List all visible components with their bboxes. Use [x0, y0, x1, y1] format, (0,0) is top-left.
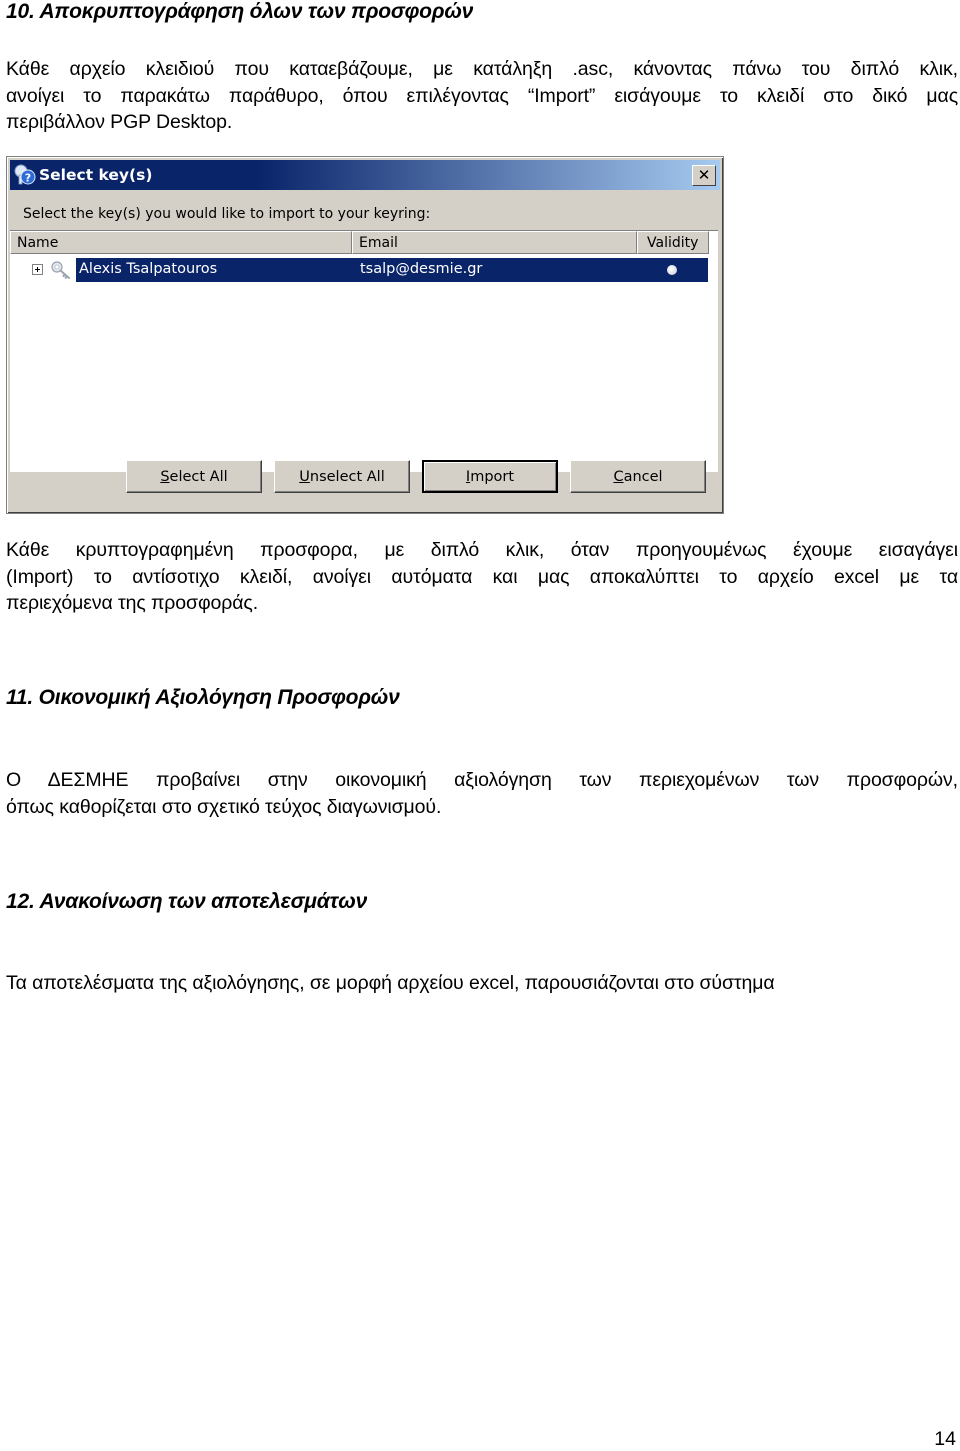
selected-row-highlight[interactable]: Alexis Tsalpatouros tsalp@desmie.gr	[76, 258, 708, 282]
mnemonic: S	[160, 468, 170, 485]
button-label: nselect All	[309, 468, 385, 485]
section-12-paragraph: Τα αποτελέσματα της αξιολόγησης, σε μορφ…	[6, 970, 958, 997]
text-line: όπως καθορίζεται στο σχετικό τεύχος διαγ…	[6, 795, 442, 818]
text-line: Τα αποτελέσματα της αξιολόγησης, σε μορφ…	[6, 972, 775, 994]
section-10-followup-paragraph: Κάθε κρυπτογραφημένη προσφορα, με διπλό …	[6, 537, 958, 617]
text-line: Ο ΔΕΣΜΗΕ προβαίνει στην οικονομική αξιολ…	[6, 769, 958, 791]
column-header-name[interactable]: Name	[10, 231, 352, 254]
list-item[interactable]: Alexis Tsalpatouros tsalp@desmie.gr	[10, 258, 710, 282]
button-label: ancel	[623, 468, 663, 485]
pgp-key-help-icon: ?	[13, 163, 37, 187]
section-12-heading: 12. Ανακοίνωση των αποτελεσμάτων	[6, 890, 368, 913]
svg-text:?: ?	[25, 172, 31, 185]
key-name: Alexis Tsalpatouros	[79, 261, 218, 277]
section-11-heading: 11. Οικονομική Αξιολόγηση Προσφορών	[6, 686, 400, 709]
import-button[interactable]: Import	[422, 460, 558, 493]
close-icon: ✕	[697, 166, 711, 184]
dialog-title-bar[interactable]: ? Select key(s) ✕	[10, 160, 720, 190]
validity-dot-icon	[667, 265, 677, 275]
section-10-paragraph: Κάθε αρχείο κλειδιού που καταεβάζουμε, μ…	[6, 56, 958, 136]
column-header-email[interactable]: Email	[352, 231, 637, 254]
section-11-paragraph: Ο ΔΕΣΜΗΕ προβαίνει στην οικονομική αξιολ…	[6, 767, 958, 820]
text-line: Κάθε αρχείο κλειδιού που καταεβάζουμε, μ…	[6, 58, 958, 80]
button-label: mport	[470, 468, 515, 485]
select-keys-dialog: ? Select key(s) ✕ Select the key(s) you …	[6, 156, 724, 514]
expand-plus-icon[interactable]	[32, 264, 43, 275]
text-line: περιεχόμενα της προσφοράς.	[6, 592, 259, 614]
mnemonic: C	[613, 468, 624, 485]
dialog-title: Select key(s)	[39, 166, 153, 184]
unselect-all-button[interactable]: Unselect All	[274, 460, 410, 493]
keys-list[interactable]: Name Email Validity Alexis Tsalpatouros …	[10, 230, 718, 472]
text-line: περιβάλλον PGP Desktop.	[6, 111, 233, 133]
key-email: tsalp@desmie.gr	[360, 261, 483, 277]
text-line: Κάθε κρυπτογραφημένη προσφορα, με διπλό …	[6, 539, 958, 561]
close-button[interactable]: ✕	[692, 165, 716, 186]
page-number: 14	[934, 1428, 956, 1450]
cancel-button[interactable]: Cancel	[570, 460, 706, 493]
button-label: elect All	[169, 468, 228, 485]
list-header: Name Email Validity	[10, 231, 710, 254]
section-10-heading: 10. Αποκρυπτογράφηση όλων των προσφορών	[6, 0, 474, 23]
dialog-prompt: Select the key(s) you would like to impo…	[23, 206, 431, 222]
text-line: ανοίγει το παρακάτω παράθυρο, όπου επιλέ…	[6, 84, 958, 107]
text-line: (Import) το αντίσοτιχο κλειδί, ανοίγει α…	[6, 565, 958, 588]
key-icon	[50, 260, 72, 280]
column-header-validity[interactable]: Validity	[637, 231, 709, 254]
mnemonic: U	[299, 468, 310, 485]
select-all-button[interactable]: Select All	[126, 460, 262, 493]
